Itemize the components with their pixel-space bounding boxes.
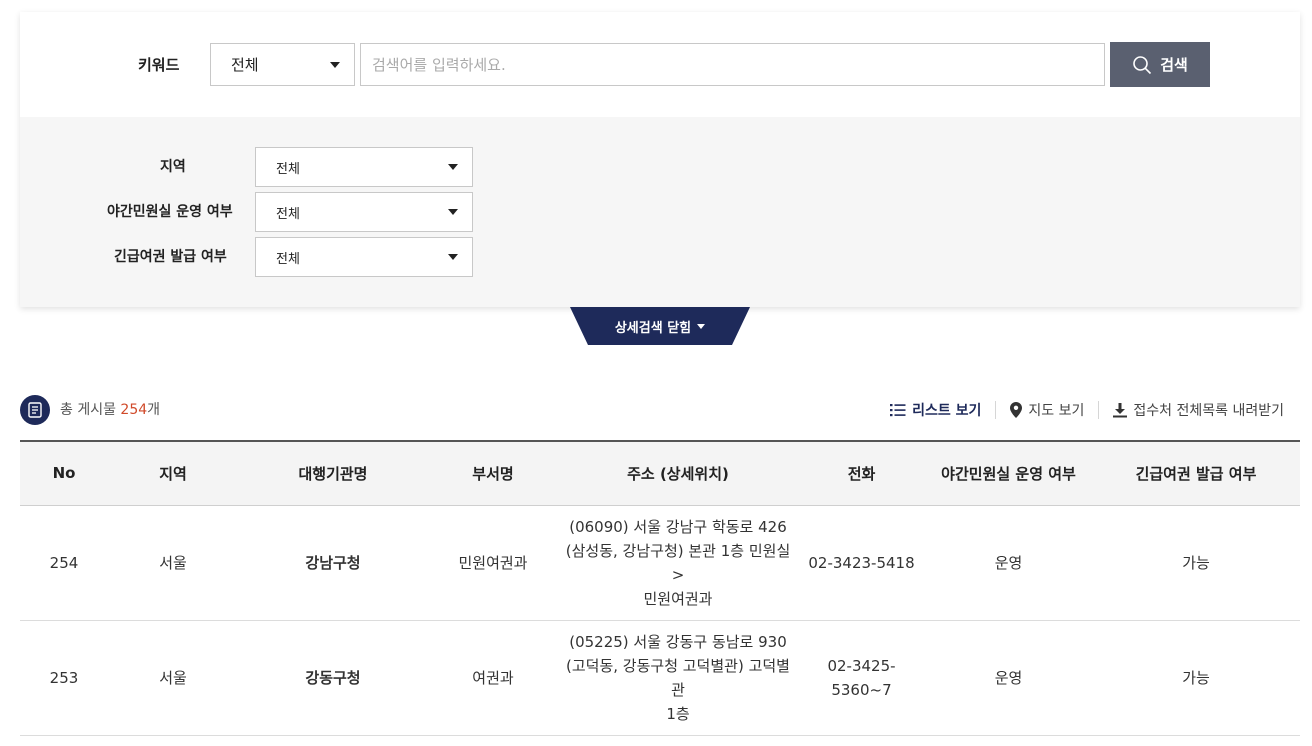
caret-down-icon	[448, 254, 458, 260]
search-icon	[1133, 55, 1152, 74]
column-header: 지역	[108, 440, 238, 506]
detail-search-toggle[interactable]: 상세검색 닫힘	[570, 307, 750, 345]
column-header: 대행기관명	[238, 440, 428, 506]
filter-region-value: 전체	[276, 161, 300, 177]
column-header: 전화	[798, 440, 925, 506]
filter-night-value: 전체	[276, 206, 300, 222]
caret-down-icon	[330, 61, 340, 68]
column-header: 야간민원실 운영 여부	[925, 440, 1092, 506]
filter-urgent-select[interactable]: 전체	[255, 237, 473, 277]
filter-region-label: 지역	[160, 159, 186, 175]
address-line: (삼성동, 강남구청) 본관 1층 민원실 >	[565, 541, 791, 584]
keyword-scope-value: 전체	[231, 56, 259, 74]
column-header: No	[20, 440, 108, 506]
cell-no: 253	[20, 620, 108, 736]
agency-table: No 지역 대행기관명 부서명 주소 (상세위치) 전화 야간민원실 운영 여부…	[20, 440, 1300, 736]
cell-night: 운영	[925, 505, 1092, 621]
phone-line: 5360~7	[831, 680, 892, 699]
view-options: 리스트 보기 지도 보기 접수처 전체목록 내려받기	[876, 399, 1284, 421]
toggle-label-wrap: 상세검색 닫힘	[570, 307, 750, 345]
filter-region-select[interactable]: 전체	[255, 147, 473, 187]
list-view-link[interactable]: 리스트 보기	[876, 399, 995, 421]
filter-urgent-label: 긴급여권 발급 여부	[114, 249, 227, 265]
list-icon	[890, 404, 906, 417]
address-line: (고덕동, 강동구청 고덕별관) 고덕별관	[566, 656, 790, 699]
cell-urgent: 가능	[1092, 620, 1300, 736]
table-header-row: No 지역 대행기관명 부서명 주소 (상세위치) 전화 야간민원실 운영 여부…	[20, 440, 1300, 506]
column-header: 부서명	[428, 440, 558, 506]
total-count: 총 게시물 254개	[60, 401, 160, 419]
keyword-search-row: 키워드 전체 검색	[20, 12, 1300, 117]
address-line: (05225) 서울 강동구 동남로 930	[569, 632, 787, 651]
map-view-link[interactable]: 지도 보기	[996, 399, 1098, 421]
list-view-label: 리스트 보기	[912, 403, 982, 419]
filter-urgent-value: 전체	[276, 251, 300, 267]
column-header: 주소 (상세위치)	[558, 440, 798, 506]
filter-night-label: 야간민원실 운영 여부	[107, 204, 233, 220]
phone-line: 02-3423-5418	[808, 553, 915, 572]
keyword-label: 키워드	[138, 56, 180, 74]
cell-address: (06090) 서울 강남구 학동로 426 (삼성동, 강남구청) 본관 1층…	[558, 505, 798, 621]
caret-down-icon	[448, 164, 458, 170]
caret-down-icon	[697, 323, 706, 329]
table-row: 253 서울 강동구청 여권과 (05225) 서울 강동구 동남로 930 (…	[20, 620, 1300, 736]
address-line: 1층	[666, 704, 690, 723]
search-button[interactable]: 검색	[1110, 42, 1210, 87]
download-link[interactable]: 접수처 전체목록 내려받기	[1099, 399, 1284, 421]
cell-urgent: 가능	[1092, 505, 1300, 621]
cell-night: 운영	[925, 620, 1092, 736]
cell-address: (05225) 서울 강동구 동남로 930 (고덕동, 강동구청 고덕별관) …	[558, 620, 798, 736]
caret-down-icon	[448, 209, 458, 215]
column-header: 긴급여권 발급 여부	[1092, 440, 1300, 506]
total-count-number: 254	[120, 402, 148, 418]
cell-phone: 02-3423-5418	[798, 505, 925, 621]
phone-line: 02-3425-	[827, 656, 896, 675]
total-count-suffix: 개	[147, 402, 161, 418]
cell-no: 254	[20, 505, 108, 621]
document-icon	[20, 395, 50, 425]
search-button-label: 검색	[1160, 56, 1188, 74]
cell-dept: 여권과	[428, 620, 558, 736]
search-input[interactable]	[360, 43, 1105, 86]
cell-phone: 02-3425- 5360~7	[798, 620, 925, 736]
address-line: (06090) 서울 강남구 학동로 426	[569, 517, 787, 536]
cell-agency-link[interactable]: 강동구청	[238, 620, 428, 736]
table-row: 254 서울 강남구청 민원여권과 (06090) 서울 강남구 학동로 426…	[20, 505, 1300, 621]
download-icon	[1113, 402, 1128, 417]
total-count-prefix: 총 게시물	[60, 402, 121, 418]
filter-night-select[interactable]: 전체	[255, 192, 473, 232]
map-pin-icon	[1010, 402, 1023, 418]
download-label: 접수처 전체목록 내려받기	[1133, 403, 1284, 419]
cell-region: 서울	[108, 505, 238, 621]
map-view-label: 지도 보기	[1028, 403, 1085, 419]
cell-dept: 민원여권과	[428, 505, 558, 621]
cell-agency-link[interactable]: 강남구청	[238, 505, 428, 621]
keyword-scope-select[interactable]: 전체	[210, 43, 355, 86]
address-line: 민원여권과	[643, 589, 713, 608]
search-panel: 키워드 전체 검색 지역 전체 야간민원실 운영 여부 전체 긴급여권 발급 여…	[20, 12, 1300, 307]
toggle-label: 상세검색 닫힘	[614, 320, 692, 336]
cell-region: 서울	[108, 620, 238, 736]
